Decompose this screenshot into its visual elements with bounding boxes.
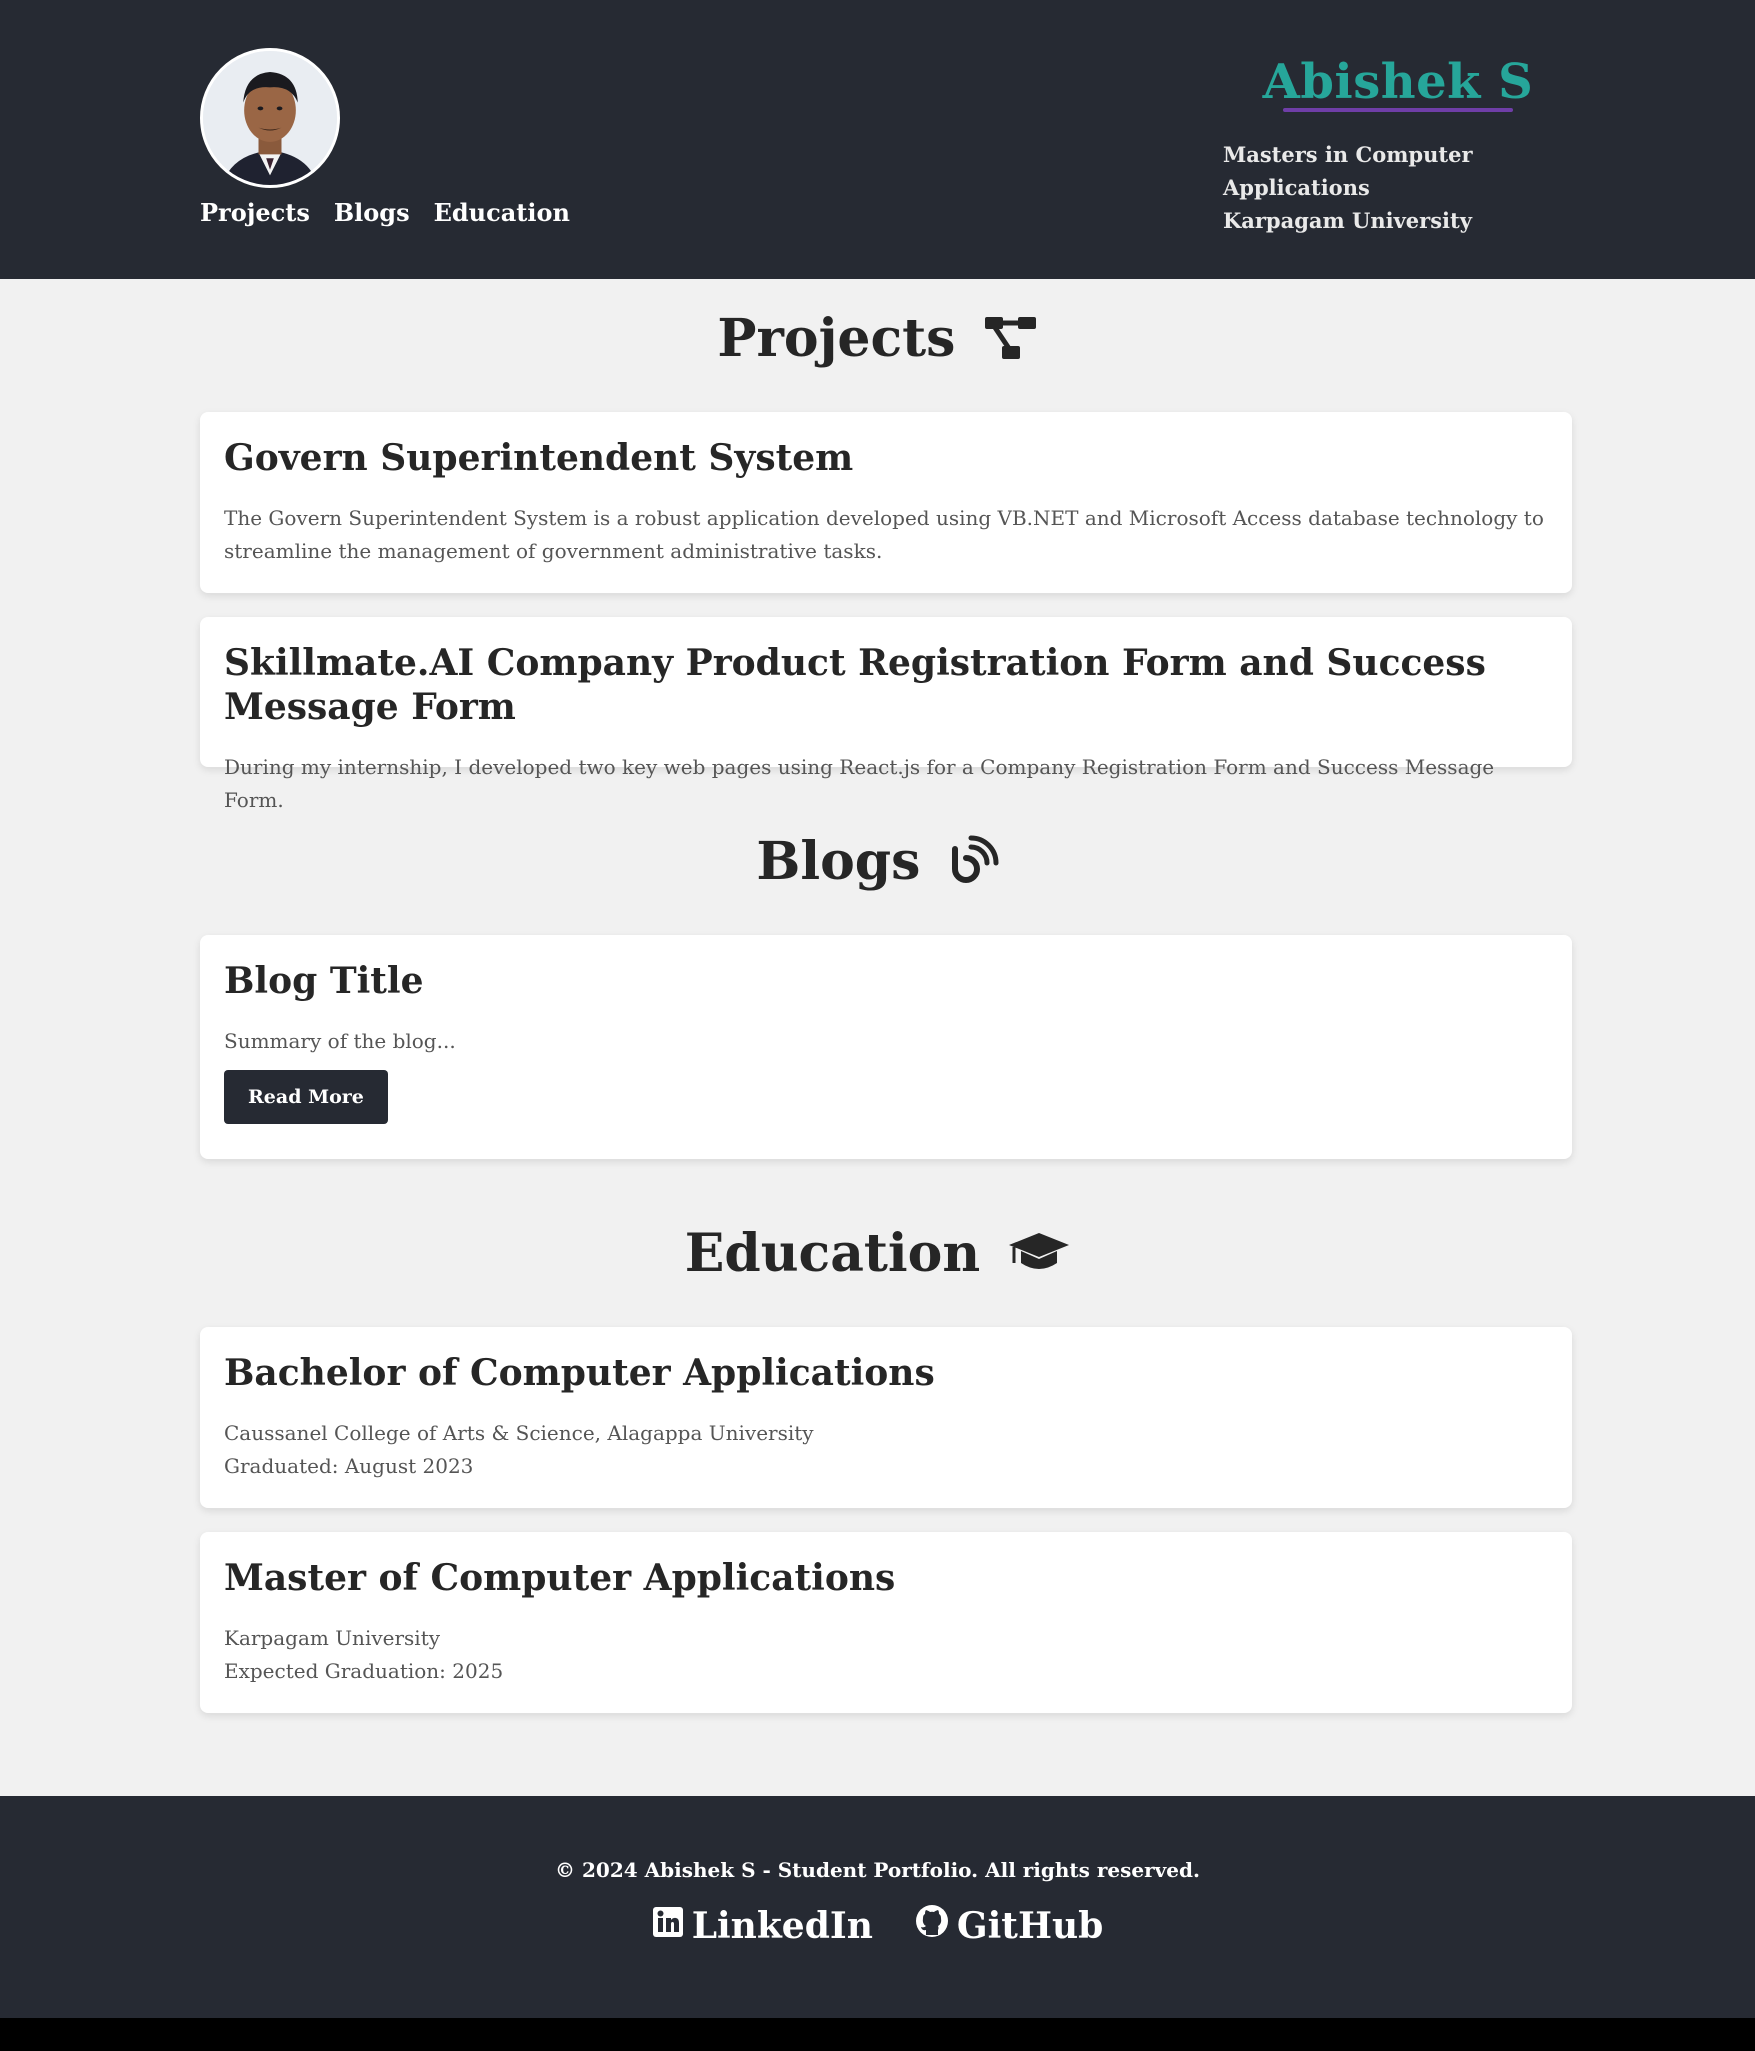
copyright-text: © 2024 Abishek S - Student Portfolio. Al… (555, 1858, 1200, 1882)
project-title: Govern Superintendent System (224, 437, 854, 479)
github-label: GitHub (956, 1904, 1104, 1947)
site-header: Projects Blogs Education Abishek S Maste… (0, 0, 1755, 279)
university-text: Karpagam University (1223, 208, 1472, 233)
linkedin-label: LinkedIn (691, 1904, 873, 1947)
nav-link-projects[interactable]: Projects (200, 198, 310, 227)
education-card: Bachelor of Computer Applications Caussa… (200, 1327, 1572, 1508)
github-icon (915, 1904, 949, 1947)
blogs-heading-text: Blogs (756, 831, 921, 892)
project-description: The Govern Superintendent System is a ro… (224, 506, 1544, 563)
site-name: Abishek S (1262, 54, 1534, 110)
education-heading-text: Education (684, 1223, 981, 1284)
identity-block: Abishek S Masters in Computer Applicatio… (1223, 50, 1573, 237)
blog-summary: Summary of the blog... (224, 1029, 456, 1053)
blog-icon (949, 834, 999, 898)
bottom-bar (0, 2018, 1755, 2051)
project-description: During my internship, I developed two ke… (224, 755, 1495, 812)
nav-link-education[interactable]: Education (434, 198, 570, 227)
degree-text: Masters in Computer Applications (1223, 142, 1473, 200)
project-card: Govern Superintendent System The Govern … (200, 412, 1572, 593)
projects-heading-text: Projects (717, 308, 956, 369)
graduation-cap-icon (1008, 1226, 1070, 1290)
blog-title: Blog Title (224, 960, 424, 1002)
degree-title: Master of Computer Applications (224, 1557, 896, 1599)
graduation-text: Expected Graduation: 2025 (224, 1659, 504, 1683)
institution-text: Karpagam University (224, 1626, 441, 1650)
profile-photo (203, 51, 337, 185)
institution-text: Caussanel College of Arts & Science, Ala… (224, 1421, 814, 1445)
education-heading: Education (0, 1222, 1755, 1290)
nav-link-blogs[interactable]: Blogs (334, 198, 410, 227)
education-card: Master of Computer Applications Karpagam… (200, 1532, 1572, 1713)
site-footer: © 2024 Abishek S - Student Portfolio. Al… (0, 1796, 1755, 2018)
project-card: Skillmate.AI Company Product Registratio… (200, 617, 1572, 812)
project-title: Skillmate.AI Company Product Registratio… (224, 642, 1486, 728)
linkedin-link[interactable]: LinkedIn (652, 1904, 873, 1947)
profile-avatar (200, 48, 340, 188)
main-nav: Projects Blogs Education (200, 198, 570, 227)
degree-title: Bachelor of Computer Applications (224, 1352, 935, 1394)
blogs-heading: Blogs (0, 830, 1755, 898)
project-diagram-icon (984, 311, 1038, 375)
read-more-button[interactable]: Read More (224, 1070, 388, 1124)
social-links: LinkedIn GitHub (0, 1904, 1755, 1947)
linkedin-icon (652, 1905, 684, 1947)
graduation-text: Graduated: August 2023 (224, 1454, 474, 1478)
blog-card: Blog Title Summary of the blog... Read M… (200, 935, 1572, 1159)
projects-heading: Projects (0, 307, 1755, 375)
github-link[interactable]: GitHub (915, 1904, 1103, 1947)
